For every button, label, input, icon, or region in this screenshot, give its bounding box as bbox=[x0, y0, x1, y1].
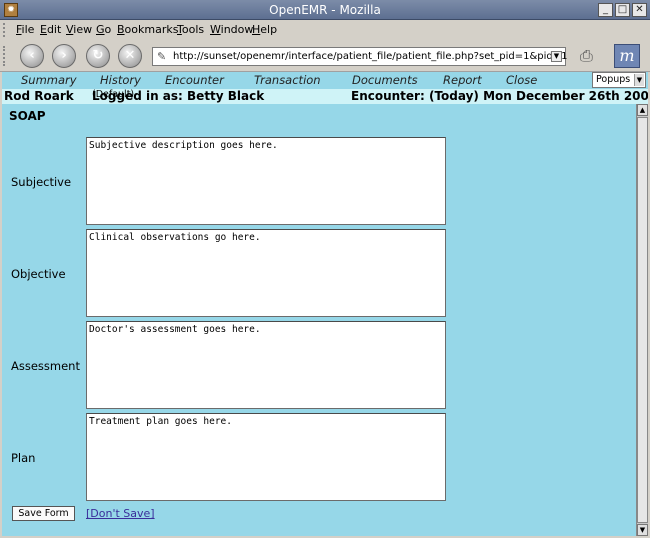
forward-icon[interactable]: › bbox=[52, 44, 76, 68]
menu-tools[interactable]: Tools bbox=[177, 23, 204, 36]
plan-label: Plan bbox=[11, 451, 36, 465]
content-frame: Summary History Encounter Transaction Do… bbox=[2, 72, 648, 536]
throbber-logo[interactable]: m bbox=[614, 44, 640, 68]
plan-textarea[interactable]: Treatment plan goes here. bbox=[86, 413, 446, 501]
patient-info-bar: Rod Roark Logged in as: Betty Black (Def… bbox=[2, 89, 648, 104]
menu-window[interactable]: Window bbox=[210, 23, 253, 36]
menu-go[interactable]: Go bbox=[96, 23, 111, 36]
user-group: (Default) bbox=[92, 89, 135, 100]
nav-link-transaction[interactable]: Transaction bbox=[254, 73, 321, 87]
back-icon[interactable]: ‹ bbox=[20, 44, 44, 68]
objective-textarea[interactable]: Clinical observations go here. bbox=[86, 229, 446, 317]
assessment-textarea[interactable]: Doctor's assessment goes here. bbox=[86, 321, 446, 409]
nav-link-documents[interactable]: Documents bbox=[352, 73, 418, 87]
encounter-info[interactable]: Encounter: (Today) Mon December 26th 200… bbox=[351, 89, 648, 103]
save-form-button[interactable]: Save Form bbox=[12, 506, 75, 521]
url-text: http://sunset/openemr/interface/patient_… bbox=[173, 51, 568, 62]
vertical-scrollbar[interactable]: ▲ ▼ bbox=[636, 104, 648, 536]
minimize-icon[interactable]: _ bbox=[598, 3, 613, 17]
toolbar-grip[interactable] bbox=[3, 46, 9, 66]
menu-bar: File Edit View Go Bookmarks Tools Window… bbox=[0, 20, 650, 40]
popups-label: Popups bbox=[596, 74, 631, 85]
page-icon: ✎ bbox=[157, 50, 167, 63]
close-icon[interactable]: ✕ bbox=[632, 3, 647, 17]
reload-icon[interactable]: ↻ bbox=[86, 44, 110, 68]
window-title: OpenEMR - Mozilla bbox=[269, 3, 381, 17]
navigation-toolbar: ‹ › ↻ ✕ ✎ http://sunset/openemr/interfac… bbox=[0, 40, 650, 72]
subjective-textarea[interactable]: Subjective description goes here. bbox=[86, 137, 446, 225]
nav-link-encounter[interactable]: Encounter bbox=[165, 73, 224, 87]
menu-help[interactable]: Help bbox=[252, 23, 277, 36]
menu-bookmarks[interactable]: Bookmarks bbox=[117, 23, 178, 36]
scroll-up-icon[interactable]: ▲ bbox=[637, 104, 648, 116]
window-titlebar: ✹ OpenEMR - Mozilla _ □ ✕ bbox=[0, 0, 650, 20]
url-field[interactable]: ✎ http://sunset/openemr/interface/patien… bbox=[152, 47, 568, 66]
menu-file[interactable]: File bbox=[16, 23, 34, 36]
objective-label: Objective bbox=[11, 267, 66, 281]
chevron-down-icon[interactable]: ▼ bbox=[551, 51, 562, 62]
nav-link-close[interactable]: Close bbox=[506, 73, 537, 87]
nav-link-summary[interactable]: Summary bbox=[21, 73, 77, 87]
subjective-label: Subjective bbox=[11, 175, 72, 189]
print-icon[interactable]: ⎙ bbox=[580, 46, 593, 66]
patient-name[interactable]: Rod Roark bbox=[4, 89, 74, 103]
soap-form: SOAP Subjective Subjective description g… bbox=[2, 104, 636, 536]
popups-select[interactable]: Popups ▼ bbox=[592, 72, 646, 88]
toolbar-grip[interactable] bbox=[3, 23, 9, 37]
menu-view[interactable]: View bbox=[66, 23, 92, 36]
form-title: SOAP bbox=[9, 109, 46, 123]
nav-link-history[interactable]: History bbox=[100, 73, 141, 87]
dont-save-link[interactable]: [Don't Save] bbox=[86, 507, 155, 520]
stop-icon[interactable]: ✕ bbox=[118, 44, 142, 68]
openemr-nav-bar: Summary History Encounter Transaction Do… bbox=[2, 72, 648, 89]
maximize-icon[interactable]: □ bbox=[615, 3, 630, 17]
assessment-label: Assessment bbox=[11, 359, 80, 373]
scrollbar-thumb[interactable] bbox=[637, 117, 648, 523]
scroll-down-icon[interactable]: ▼ bbox=[637, 524, 648, 536]
menu-edit[interactable]: Edit bbox=[40, 23, 61, 36]
chevron-down-icon: ▼ bbox=[634, 74, 644, 86]
nav-link-report[interactable]: Report bbox=[443, 73, 482, 87]
